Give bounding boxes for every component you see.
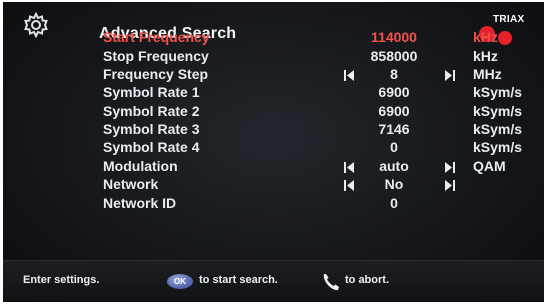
setting-label: Symbol Rate 1	[103, 84, 200, 100]
setting-label: Network	[103, 176, 159, 192]
setting-value[interactable]: auto	[349, 158, 439, 174]
arrow-right-icon[interactable]	[445, 180, 455, 191]
setting-row[interactable]: Symbol Rate 3 7146 kSym/s	[3, 121, 544, 141]
arrow-right-icon[interactable]	[445, 70, 455, 81]
setting-row[interactable]: Modulation auto QAM	[3, 158, 544, 178]
ok-button-icon: OK	[167, 274, 193, 289]
setting-value[interactable]: 7146	[349, 121, 439, 137]
setting-row[interactable]: Symbol Rate 2 6900 kSym/s	[3, 103, 544, 123]
setting-unit: MHz	[473, 66, 502, 82]
setting-label: Modulation	[103, 158, 178, 174]
setting-unit: kHz	[473, 29, 498, 45]
setting-value[interactable]: No	[349, 176, 439, 192]
setting-label: Symbol Rate 4	[103, 139, 200, 155]
setting-label: Start Frequency	[103, 29, 210, 45]
setting-unit: kHz	[473, 48, 498, 64]
setting-row[interactable]: Symbol Rate 1 6900 kSym/s	[3, 84, 544, 104]
setting-row[interactable]: Stop Frequency 858000 kHz	[3, 48, 544, 68]
setting-row[interactable]: Symbol Rate 4 0 kSym/s	[3, 139, 544, 159]
setting-value[interactable]: 6900	[349, 84, 439, 100]
phone-handset-icon	[323, 274, 339, 291]
tv-screen: Advanced Search TRIAX Start Frequency 114…	[3, 2, 544, 302]
setting-unit: kSym/s	[473, 139, 523, 155]
setting-label: Network ID	[103, 195, 177, 211]
setting-label: Frequency Step	[103, 66, 209, 82]
arrow-right-icon[interactable]	[445, 162, 455, 173]
setting-value[interactable]: 0	[349, 139, 439, 155]
setting-row[interactable]: Network ID 0	[3, 195, 544, 215]
setting-value[interactable]: 0	[349, 195, 439, 211]
setting-row[interactable]: Frequency Step 8 MHz	[3, 66, 544, 86]
setting-value[interactable]: 8	[349, 66, 439, 82]
setting-value[interactable]: 858000	[349, 48, 439, 64]
brand-name: TRIAX	[493, 14, 525, 25]
setting-value[interactable]: 6900	[349, 103, 439, 119]
help-abort-text: to abort.	[345, 274, 389, 286]
setting-row[interactable]: Network No	[3, 176, 544, 196]
setting-unit: kSym/s	[473, 103, 523, 119]
setting-label: Stop Frequency	[103, 48, 209, 64]
setting-label: Symbol Rate 3	[103, 121, 200, 137]
setting-unit: kSym/s	[473, 121, 523, 137]
setting-unit: kSym/s	[473, 84, 523, 100]
setting-value[interactable]: 114000	[349, 29, 439, 45]
help-start-text: to start search.	[199, 274, 278, 286]
setting-row[interactable]: Start Frequency 114000 kHz	[3, 29, 544, 49]
help-enter-text: Enter settings.	[23, 274, 100, 286]
setting-label: Symbol Rate 2	[103, 103, 200, 119]
setting-unit: QAM	[473, 158, 506, 174]
